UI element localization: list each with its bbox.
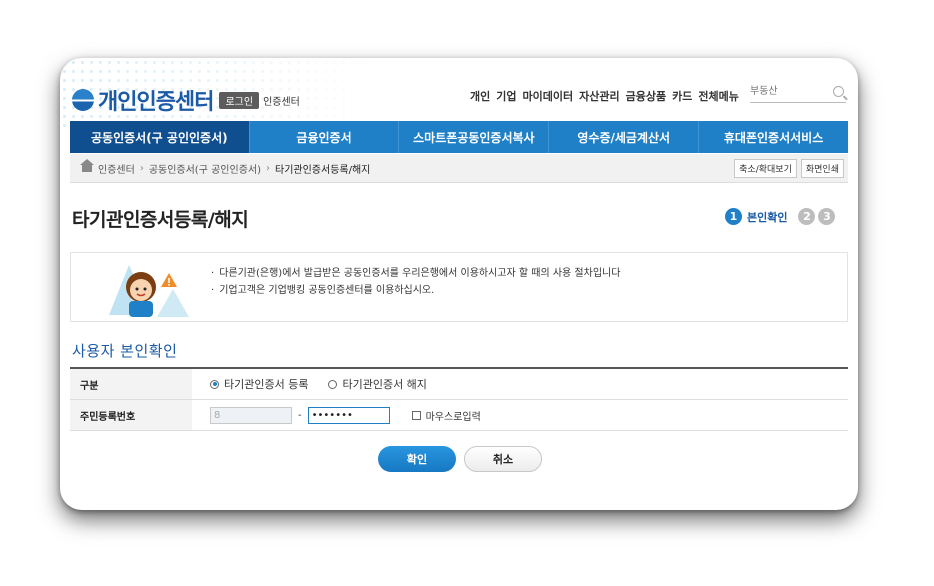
search-icon[interactable] xyxy=(833,86,844,97)
main-nav: 공동인증서(구 공인인증서) 금융인증서 스마트폰공동인증서복사 영수증/세금계… xyxy=(70,121,848,153)
register-radio[interactable] xyxy=(210,379,219,389)
search-input[interactable] xyxy=(750,84,828,99)
top-nav-card[interactable]: 카드 xyxy=(672,88,692,104)
breadcrumb: 인증센터 › 공동인증서(구 공인인증서) › 타기관인증서등록/해지 축소/확… xyxy=(70,154,848,183)
login-button[interactable]: 로그인 xyxy=(219,91,260,109)
section-heading: 사용자 본인확인 xyxy=(72,342,178,360)
breadcrumb-item-center[interactable]: 인증센터 xyxy=(98,161,135,176)
identity-form: 구분 타기관인증서 등록 타기관인증서 해지 주민등록번호 8 - ••••••… xyxy=(70,367,848,431)
mouse-input-label[interactable]: 마우스로입력 xyxy=(426,408,481,423)
form-buttons: 확인 취소 xyxy=(378,446,550,472)
confirm-button[interactable]: 확인 xyxy=(378,446,456,472)
breadcrumb-tools: 축소/확대보기 화면인쇄 xyxy=(730,159,844,178)
mouse-input-checkbox[interactable] xyxy=(411,410,421,420)
breadcrumb-item-current: 타기관인증서등록/해지 xyxy=(275,164,371,176)
top-nav: 개인 기업 마이데이터 자산관리 금융상품 카드 전체메뉴 xyxy=(470,88,745,104)
gnb-tab-mobile-cert[interactable]: 휴대폰인증서서비스 xyxy=(699,121,848,153)
form-row-rrn: 주민등록번호 8 - ••••••• 마우스로입력 xyxy=(70,400,848,431)
zoom-button[interactable]: 축소/확대보기 xyxy=(734,159,797,178)
step-1-badge: 1 xyxy=(725,208,742,225)
step-2-badge: 2 xyxy=(798,208,816,225)
top-nav-asset[interactable]: 자산관리 xyxy=(579,88,619,104)
step-1-label: 본인확인 xyxy=(747,210,788,224)
top-nav-personal[interactable]: 개인 xyxy=(470,88,490,104)
customer-service-illustration-icon xyxy=(109,265,189,317)
chevron-right-icon: › xyxy=(266,162,270,174)
cancel-button[interactable]: 취소 xyxy=(464,446,542,472)
step-indicator: 1 본인확인 2 3 xyxy=(725,208,836,225)
cancel-radio[interactable] xyxy=(328,379,338,389)
top-nav-mydata[interactable]: 마이데이터 xyxy=(523,88,574,104)
rrn-dash: - xyxy=(298,409,302,421)
step-3-badge: 3 xyxy=(818,208,836,225)
gnb-tab-certificate[interactable]: 공동인증서(구 공인인증서) xyxy=(70,121,250,153)
gnb-tab-financial-cert[interactable]: 금융인증서 xyxy=(250,121,400,153)
page-title: 타기관인증서등록/해지 xyxy=(72,209,249,231)
info-line-2: 기업고객은 기업뱅킹 공동인증센터를 이용하십시오. xyxy=(211,282,620,299)
gnb-tab-receipt[interactable]: 영수증/세금계산서 xyxy=(549,121,700,153)
top-nav-all-menu[interactable]: 전체메뉴 xyxy=(698,88,738,104)
type-label: 구분 xyxy=(70,369,192,399)
rrn-back-input[interactable]: ••••••• xyxy=(307,406,390,424)
cancel-radio-label[interactable]: 타기관인증서 해지 xyxy=(342,376,426,392)
top-nav-business[interactable]: 기업 xyxy=(496,88,516,104)
logo-text: 개인인증센터 xyxy=(98,90,214,115)
rrn-label: 주민등록번호 xyxy=(70,400,192,430)
info-line-1: 다른기관(은행)에서 발급받은 공동인증서를 우리은행에서 이용하시고자 할 때… xyxy=(211,265,620,282)
rrn-front-input[interactable]: 8 xyxy=(210,406,292,424)
breadcrumb-item-certificate[interactable]: 공동인증서(구 공인인증서) xyxy=(149,161,261,176)
print-button[interactable]: 화면인쇄 xyxy=(800,159,844,178)
home-icon[interactable] xyxy=(80,159,94,172)
chevron-right-icon: › xyxy=(139,162,144,174)
info-box: 다른기관(은행)에서 발급받은 공동인증서를 우리은행에서 이용하시고자 할 때… xyxy=(70,252,848,322)
register-radio-label[interactable]: 타기관인증서 등록 xyxy=(224,376,308,392)
gnb-tab-smartphone-copy[interactable]: 스마트폰공동인증서복사 xyxy=(399,121,550,153)
page-card: 개인인증센터 로그인 인증센터 개인 기업 마이데이터 자산관리 금융상품 카드… xyxy=(60,58,858,510)
logo-sub-label: 인증센터 xyxy=(263,96,300,108)
form-row-type: 구분 타기관인증서 등록 타기관인증서 해지 xyxy=(70,369,848,400)
search-box xyxy=(750,84,846,103)
site-logo[interactable]: 개인인증센터 로그인 인증센터 xyxy=(72,84,300,116)
bank-logo-icon xyxy=(72,89,94,111)
info-list: 다른기관(은행)에서 발급받은 공동인증서를 우리은행에서 이용하시고자 할 때… xyxy=(211,265,620,299)
top-nav-products[interactable]: 금융상품 xyxy=(626,88,666,104)
